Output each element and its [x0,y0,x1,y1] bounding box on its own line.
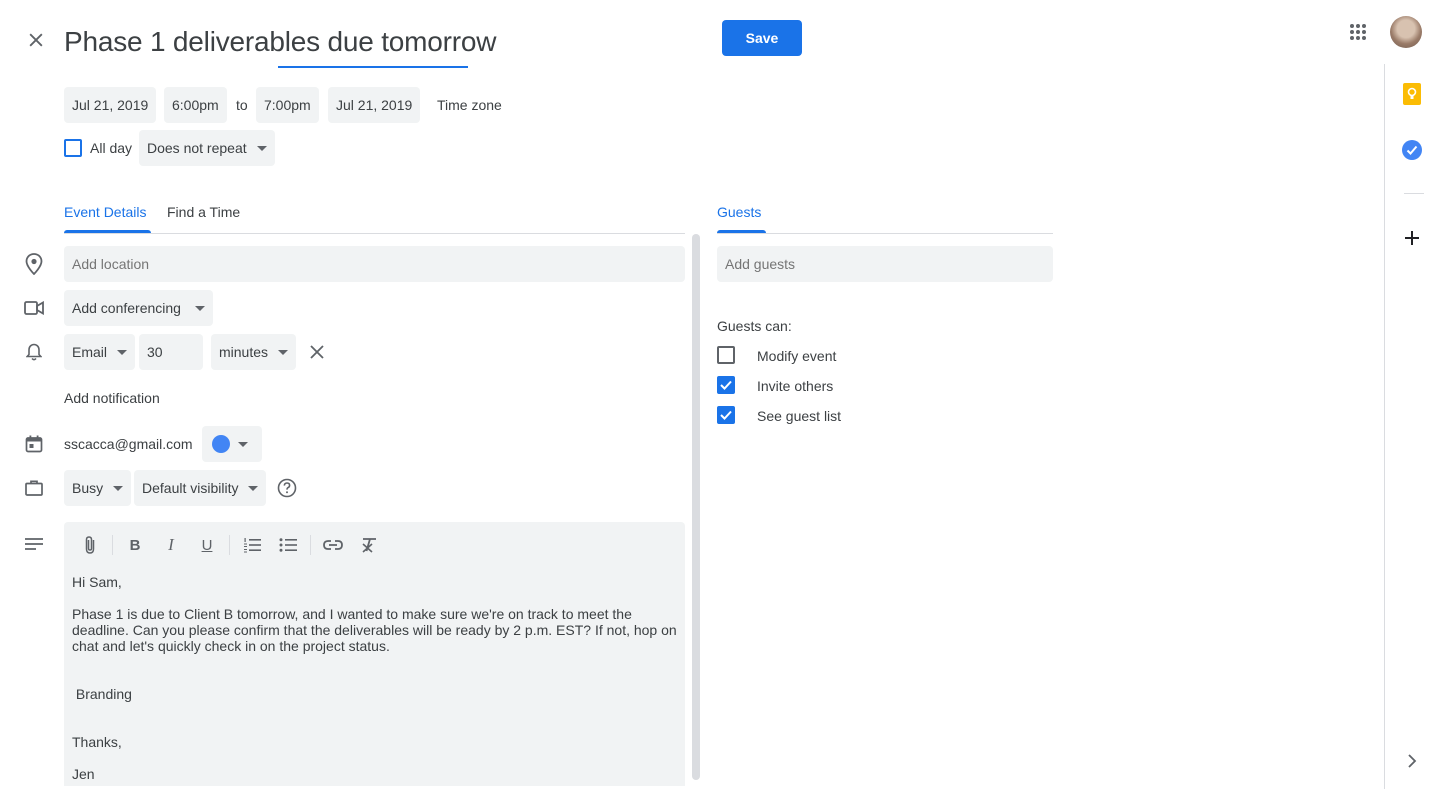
visibility-value: Default visibility [142,480,239,496]
account-avatar[interactable] [1390,16,1422,48]
chevron-down-icon [194,305,205,311]
chevron-down-icon [238,441,248,447]
link-icon[interactable] [321,533,345,557]
description-line: Phase 1 is due to Client B tomorrow, and… [72,606,677,654]
start-date-label: Jul 21, 2019 [72,97,149,113]
see-guest-list-label: See guest list [757,408,842,424]
location-input[interactable] [64,246,685,282]
calendar-owner-label: sscacca@gmail.com [64,436,193,452]
toolbar-separator [112,535,113,555]
tab-find-a-time[interactable]: Find a Time [167,204,240,220]
guests-can-label: Guests can: [717,318,792,334]
modify-event-checkbox[interactable] [717,346,735,364]
toolbar-separator [229,535,230,555]
end-time-chip[interactable]: 7:00pm [256,87,319,123]
invite-others-checkbox[interactable] [717,376,735,394]
chevron-right-icon[interactable] [1400,749,1424,773]
chevron-down-icon [278,349,289,355]
guests-tab-divider [717,233,1053,234]
tasks-icon[interactable] [1398,136,1426,164]
description-lines-icon [22,532,46,556]
end-time-label: 7:00pm [264,97,311,113]
bold-icon[interactable]: B [123,533,147,557]
repeat-value: Does not repeat [147,140,247,156]
all-day-checkbox[interactable] [64,139,82,157]
description-line: Branding [72,686,132,702]
availability-dropdown[interactable]: Busy [64,470,132,506]
invite-others-label: Invite others [757,378,834,394]
to-label: to [236,97,248,113]
bulleted-list-icon[interactable] [276,533,300,557]
numbered-list-icon[interactable] [240,533,264,557]
apps-grid-icon[interactable] [1343,17,1373,47]
start-time-chip[interactable]: 6:00pm [164,87,227,123]
toolbar-separator [310,535,311,555]
save-button[interactable]: Save [722,20,802,56]
calendar-color-dropdown[interactable] [202,426,262,462]
tab-event-details[interactable]: Event Details [64,204,146,220]
calendar-color-swatch [212,435,230,453]
visibility-dropdown[interactable]: Default visibility [134,470,267,506]
video-camera-icon [22,296,46,320]
plus-icon[interactable] [1400,226,1424,250]
description-line: Hi Sam, [72,574,122,590]
notification-amount-input[interactable]: 30 [139,334,203,370]
side-panel-rail [1384,64,1432,789]
notification-method-value: Email [72,344,108,360]
chevron-down-icon [256,145,267,151]
repeat-dropdown[interactable]: Does not repeat [139,130,275,166]
start-time-label: 6:00pm [172,97,219,113]
calendar-icon [22,432,46,456]
notification-unit-value: minutes [219,344,269,360]
attachment-icon[interactable] [78,533,102,557]
conferencing-dropdown[interactable]: Add conferencing [64,290,213,326]
all-day-label: All day [90,140,133,156]
conferencing-value: Add conferencing [72,300,181,316]
chevron-down-icon [248,485,259,491]
close-icon [310,345,324,359]
notification-method-dropdown[interactable]: Email [64,334,136,370]
description-line: Thanks, [72,734,122,750]
tabs-divider [64,233,685,234]
details-scrollbar[interactable] [692,234,700,780]
close-button[interactable] [20,24,52,56]
modify-event-label: Modify event [757,348,837,364]
check-icon [720,380,732,390]
notification-amount-value: 30 [147,344,163,360]
remove-notification-button[interactable] [305,340,329,364]
italic-icon[interactable]: I [159,533,183,557]
time-zone-link[interactable]: Time zone [437,97,502,113]
description-line: Jen [72,766,95,782]
notification-unit-dropdown[interactable]: minutes [211,334,297,370]
briefcase-icon [22,476,46,500]
chevron-down-icon [117,349,128,355]
check-icon [720,410,732,420]
location-pin-icon [22,252,46,276]
availability-value: Busy [72,480,104,496]
keep-icon[interactable] [1398,80,1426,108]
add-guests-input[interactable] [717,246,1053,282]
clear-formatting-icon[interactable] [357,533,381,557]
underline-icon[interactable]: U [195,533,219,557]
tab-guests[interactable]: Guests [717,204,761,220]
add-notification-link[interactable]: Add notification [64,390,160,406]
bell-icon [22,340,46,364]
rail-divider [1404,193,1424,194]
end-date-label: Jul 21, 2019 [336,97,413,113]
title-focus-underline [278,66,468,68]
see-guest-list-checkbox[interactable] [717,406,735,424]
end-date-chip[interactable]: Jul 21, 2019 [328,87,421,123]
close-icon [26,30,46,50]
chevron-down-icon [113,485,124,491]
start-date-chip[interactable]: Jul 21, 2019 [64,87,157,123]
event-title-input[interactable] [64,20,504,64]
help-icon[interactable] [275,476,299,500]
